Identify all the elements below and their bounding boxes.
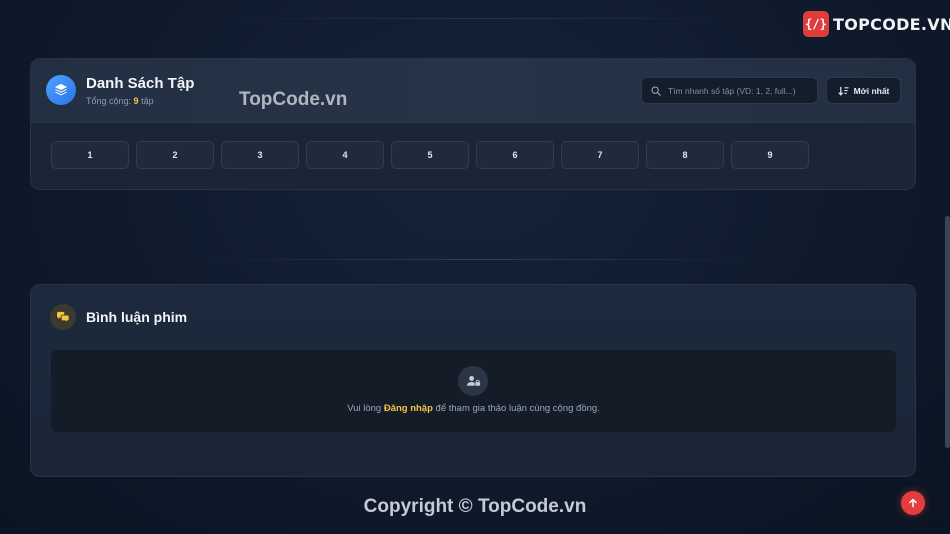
layers-icon xyxy=(46,75,76,105)
page-scrollbar[interactable] xyxy=(945,216,950,448)
episode-total: Tổng cộng: 9 tập xyxy=(86,96,154,106)
section-divider xyxy=(200,259,760,260)
brand-logo[interactable]: {/} TOPCODE.VN xyxy=(803,10,950,38)
episode-button[interactable]: 4 xyxy=(306,141,384,169)
brand-name: TOPCODE.VN xyxy=(833,14,950,34)
sort-newest-button[interactable]: Mới nhất xyxy=(826,77,901,104)
episode-search[interactable] xyxy=(641,77,818,104)
episode-list-card: Danh Sách Tập Tổng cộng: 9 tập TopCode.v… xyxy=(30,58,916,190)
episode-list-title: Danh Sách Tập xyxy=(86,75,195,92)
scroll-to-top-button[interactable] xyxy=(901,491,925,515)
top-divider xyxy=(220,18,740,19)
watermark: TopCode.vn xyxy=(239,89,348,110)
episode-search-input[interactable] xyxy=(668,85,813,96)
sort-label: Mới nhất xyxy=(853,85,890,96)
episode-button[interactable]: 5 xyxy=(391,141,469,169)
episode-grid: 1 2 3 4 5 6 7 8 9 xyxy=(51,141,809,169)
episode-count: 9 xyxy=(133,96,139,106)
episode-button[interactable]: 8 xyxy=(646,141,724,169)
episode-button[interactable]: 2 xyxy=(136,141,214,169)
user-lock-icon xyxy=(458,366,488,396)
episode-list-header: Danh Sách Tập Tổng cộng: 9 tập TopCode.v… xyxy=(31,59,915,123)
comments-card: Bình luận phim Vui lòng Đăng nhập để tha… xyxy=(30,284,916,477)
login-message: Vui lòng Đăng nhập để tham gia thảo luận… xyxy=(347,403,600,414)
copyright-text: Copyright © TopCode.vn xyxy=(363,496,587,517)
login-link[interactable]: Đăng nhập xyxy=(384,403,433,414)
code-icon: {/} xyxy=(803,11,829,37)
episode-button[interactable]: 6 xyxy=(476,141,554,169)
episode-button[interactable]: 3 xyxy=(221,141,299,169)
sort-icon xyxy=(837,86,849,96)
comments-title: Bình luận phim xyxy=(86,309,188,325)
arrow-up-icon xyxy=(909,498,917,508)
search-icon xyxy=(651,85,661,96)
login-prompt: Vui lòng Đăng nhập để tham gia thảo luận… xyxy=(51,350,896,432)
chat-icon xyxy=(50,304,76,330)
episode-button[interactable]: 7 xyxy=(561,141,639,169)
episode-button[interactable]: 1 xyxy=(51,141,129,169)
episode-button[interactable]: 9 xyxy=(731,141,809,169)
